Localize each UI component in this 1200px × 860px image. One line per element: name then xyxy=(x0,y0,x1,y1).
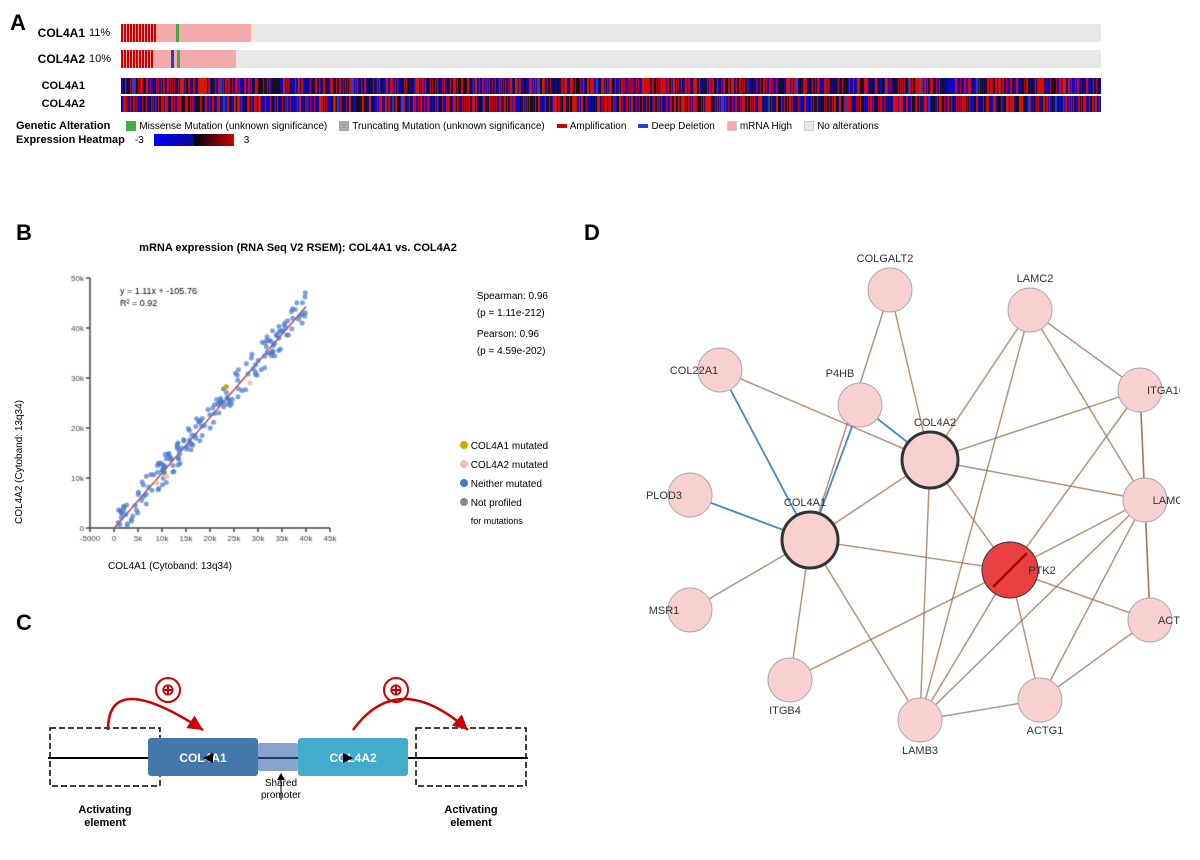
heatmap-section: COL4A1 COL4A2 xyxy=(30,78,1101,112)
gene2-name: COL4A2 xyxy=(30,52,85,66)
legend-deep-deletion: Deep Deletion xyxy=(651,121,714,132)
scatter-stats: Spearman: 0.96 (p = 1.11e-212) Pearson: … xyxy=(477,288,548,360)
pearson-stat: Pearson: 0.96 xyxy=(477,326,548,343)
svg-text:element: element xyxy=(450,817,492,829)
svg-text:ITGA10: ITGA10 xyxy=(1147,385,1180,397)
heatmap-gene2-label: COL4A2 xyxy=(30,98,85,110)
panel-a-label: A xyxy=(10,10,26,36)
svg-text:COLGALT2: COLGALT2 xyxy=(857,253,914,265)
svg-text:⊕: ⊕ xyxy=(389,682,402,699)
pearson-p: (p = 4.59e-202) xyxy=(477,343,548,360)
legend-truncating: Truncating Mutation (unknown significanc… xyxy=(352,121,545,132)
svg-text:COL4A2: COL4A2 xyxy=(329,751,377,765)
gene1-alteration-bar xyxy=(121,24,1101,42)
spearman-stat: Spearman: 0.96 xyxy=(477,288,548,305)
gene1-name: COL4A1 xyxy=(30,26,85,40)
svg-text:ITGB4: ITGB4 xyxy=(769,705,801,717)
y-axis-label: COL4A2 (Cytoband: 13q34) xyxy=(14,400,25,524)
svg-text:PTK2: PTK2 xyxy=(1028,565,1056,577)
network-graph: COL4A1 COL4A2 PTK2 COLGALT2 LAMC2 COL22A1 ITGA… xyxy=(580,230,1180,840)
svg-text:LAMC1: LAMC1 xyxy=(1153,495,1180,507)
scatter-legend: COL4A1 mutated COL4A2 mutated Neither mu… xyxy=(460,437,548,530)
heatmap-gene1-label: COL4A1 xyxy=(30,80,85,92)
legend-neither-mutated: Neither mutated xyxy=(471,479,542,490)
svg-text:LAMB3: LAMB3 xyxy=(902,745,938,757)
heatmap-min: -3 xyxy=(135,135,144,146)
scatter-title: mRNA expression (RNA Seq V2 RSEM): COL4A… xyxy=(58,242,538,254)
svg-text:Activating: Activating xyxy=(78,804,131,816)
legend-col4a2-mutated: COL4A2 mutated xyxy=(471,460,548,471)
panel-c: C COL4A1 COL4A2 ⊕ xyxy=(8,610,558,850)
svg-text:COL22A1: COL22A1 xyxy=(670,365,718,377)
svg-text:LAMC2: LAMC2 xyxy=(1017,273,1054,285)
svg-text:P4HB: P4HB xyxy=(826,368,855,380)
spearman-p: (p = 1.11e-212) xyxy=(477,305,548,322)
legend-col4a1-mutated: COL4A1 mutated xyxy=(471,441,548,452)
legend-amplification: Amplification xyxy=(570,121,627,132)
panel-c-label: C xyxy=(16,610,32,636)
svg-text:ACTG1: ACTG1 xyxy=(1027,725,1064,737)
gene1-pct: 11% xyxy=(89,27,121,39)
legend-section: Genetic Alteration Missense Mutation (un… xyxy=(16,120,879,146)
svg-text:element: element xyxy=(84,817,126,829)
svg-text:COL4A1: COL4A1 xyxy=(784,497,826,509)
legend-missense: Missense Mutation (unknown significance) xyxy=(139,121,327,132)
legend-not-profiled-sub: for mutations xyxy=(471,513,548,530)
genetic-alteration-label: Genetic Alteration xyxy=(16,120,110,132)
svg-text:COL4A2: COL4A2 xyxy=(914,417,956,429)
panel-a: A COL4A1 11% C xyxy=(8,8,1188,208)
svg-text:PLOD3: PLOD3 xyxy=(646,490,682,502)
promoter-diagram: COL4A1 COL4A2 ⊕ ⊕ Activating element Sha… xyxy=(28,638,548,848)
heatmap-max: 3 xyxy=(244,135,250,146)
panel-b: B mRNA expression (RNA Seq V2 RSEM): COL… xyxy=(8,220,558,590)
gene2-alteration-bar xyxy=(121,50,1101,68)
svg-text:Activating: Activating xyxy=(444,804,497,816)
svg-text:ACTN2: ACTN2 xyxy=(1158,615,1180,627)
expression-heatmap-label: Expression Heatmap xyxy=(16,134,125,146)
panel-d: D COL4A1COL4A2PTK2COLGALT2LAMC2COL22A1IT… xyxy=(580,220,1190,850)
svg-text:MSR1: MSR1 xyxy=(649,605,680,617)
gene2-pct: 10% xyxy=(89,53,121,65)
legend-no-alterations: No alterations xyxy=(817,121,879,132)
panel-b-label: B xyxy=(16,220,32,246)
svg-text:⊕: ⊕ xyxy=(161,682,174,699)
legend-not-profiled: Not profiled xyxy=(471,498,522,509)
legend-mrna-high: mRNA High xyxy=(740,121,792,132)
